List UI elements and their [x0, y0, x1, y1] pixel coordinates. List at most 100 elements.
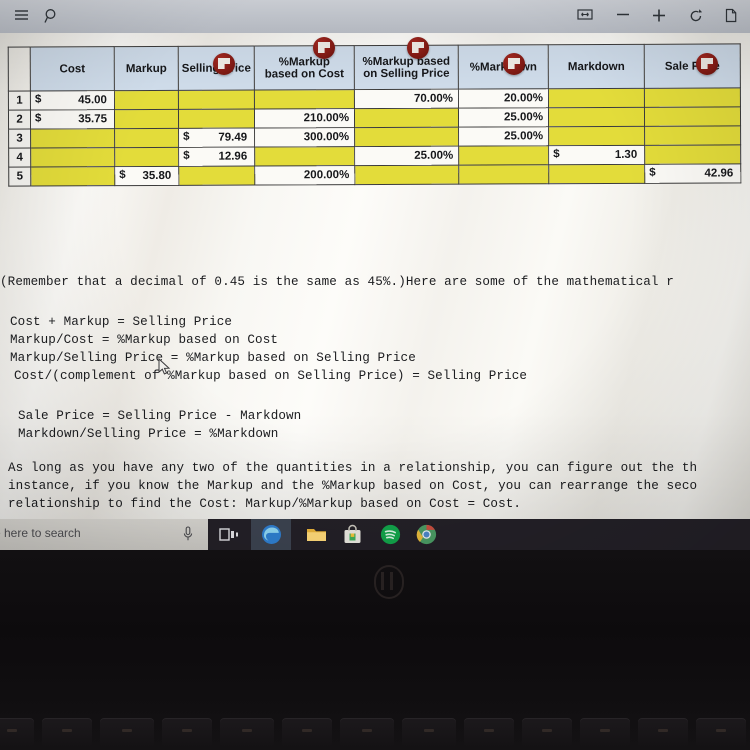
- cell-value: 42.96: [704, 167, 734, 180]
- cell-empty-fill[interactable]: [254, 89, 355, 110]
- cell-percent[interactable]: 25.00%: [458, 126, 549, 147]
- zoom-in-icon[interactable]: [651, 8, 667, 23]
- currency-symbol: $: [34, 93, 42, 106]
- document-page: Cost Markup Selling Price %Markup based …: [0, 33, 750, 519]
- column-header-pct-markup-on-cost[interactable]: %Markup based on Cost: [254, 45, 355, 91]
- cell-empty-fill[interactable]: [30, 166, 115, 187]
- table-header-row: Cost Markup Selling Price %Markup based …: [8, 43, 741, 92]
- header-label: Markup: [125, 62, 167, 75]
- cell-empty-fill[interactable]: [548, 126, 645, 146]
- cell-empty-fill[interactable]: [354, 165, 459, 185]
- rotate-icon[interactable]: [688, 8, 704, 24]
- spotify-icon[interactable]: [379, 523, 402, 546]
- cell-percent[interactable]: 210.00%: [254, 108, 355, 129]
- cell-empty-fill[interactable]: [644, 125, 741, 146]
- table-row: 5 $35.80 200.00% $42.96: [8, 163, 741, 187]
- cell-currency[interactable]: $45.00: [30, 90, 115, 111]
- cell-currency[interactable]: $35.75: [30, 109, 115, 130]
- cell-empty-fill[interactable]: [548, 164, 645, 184]
- currency-symbol: $: [34, 112, 42, 125]
- cell-currency[interactable]: $12.96: [178, 147, 255, 167]
- cell-empty-fill[interactable]: [114, 147, 179, 167]
- cell-currency[interactable]: $79.49: [178, 128, 255, 148]
- comment-marker-icon[interactable]: [696, 53, 718, 75]
- windows-taskbar: e here to search: [0, 519, 750, 550]
- file-explorer-icon[interactable]: [305, 523, 328, 546]
- cell-empty-fill[interactable]: [548, 88, 645, 108]
- keyboard-key: [100, 718, 154, 748]
- page-view-icon[interactable]: [724, 8, 738, 23]
- cell-currency[interactable]: $35.80: [114, 166, 179, 186]
- taskbar-search-box[interactable]: e here to search: [0, 519, 208, 550]
- cell-value: 35.80: [142, 169, 172, 183]
- cell-empty-fill[interactable]: [114, 90, 179, 110]
- cell-empty-fill[interactable]: [548, 107, 645, 127]
- cell-empty-fill[interactable]: [354, 127, 459, 147]
- cell-percent[interactable]: 25.00%: [458, 107, 549, 128]
- cell-empty-fill[interactable]: [178, 90, 255, 110]
- cell-currency[interactable]: $42.96: [644, 163, 741, 184]
- cell-empty-fill[interactable]: [458, 164, 549, 185]
- microsoft-store-icon[interactable]: [341, 523, 364, 546]
- row-number: 2: [8, 110, 31, 130]
- cell-empty-fill[interactable]: [644, 144, 741, 165]
- cell-percent[interactable]: 25.00%: [354, 146, 459, 166]
- keyboard-key: [580, 718, 630, 748]
- currency-symbol: $: [119, 169, 126, 182]
- cell-percent[interactable]: 20.00%: [458, 88, 549, 109]
- markup-markdown-table: Cost Markup Selling Price %Markup based …: [8, 37, 742, 187]
- search-icon[interactable]: [44, 8, 60, 24]
- cell-empty-fill[interactable]: [114, 109, 179, 129]
- keyboard-key: [464, 718, 514, 748]
- keyboard-key: [162, 718, 212, 748]
- keyboard-key: [282, 718, 332, 748]
- cell-empty-fill[interactable]: [30, 147, 115, 168]
- cell-empty-fill[interactable]: [458, 145, 549, 166]
- comment-marker-icon[interactable]: [213, 53, 235, 75]
- mouse-cursor: [158, 358, 171, 375]
- keyboard-key: [638, 718, 688, 748]
- cell-percent[interactable]: 300.00%: [254, 127, 355, 148]
- cell-currency[interactable]: $1.30: [548, 145, 645, 165]
- column-header-markdown[interactable]: Markdown: [548, 44, 645, 89]
- menu-icon[interactable]: [14, 8, 29, 22]
- formula-line: Markup/Selling Price = %Markup based on …: [10, 351, 416, 365]
- task-view-icon[interactable]: [217, 523, 240, 546]
- cell-percent[interactable]: 200.00%: [254, 165, 355, 186]
- edge-browser-icon[interactable]: [260, 523, 283, 546]
- row-number: 3: [8, 129, 31, 149]
- comment-marker-icon[interactable]: [313, 37, 335, 59]
- header-label-line2: based on Cost: [264, 67, 344, 80]
- microphone-icon[interactable]: [183, 526, 193, 547]
- cell-empty-fill[interactable]: [114, 128, 179, 148]
- cell-empty-fill[interactable]: [644, 87, 741, 108]
- laptop-bezel: [0, 550, 750, 750]
- formula-line: Sale Price = Selling Price - Markdown: [18, 409, 302, 423]
- cell-empty-fill[interactable]: [254, 146, 355, 167]
- comment-marker-icon[interactable]: [503, 53, 525, 75]
- table-row: 4 $12.96 25.00% $1.30: [8, 144, 741, 168]
- cell-percent[interactable]: 70.00%: [354, 89, 459, 109]
- header-label-line1: %Markup based: [362, 55, 451, 68]
- taskbar-icons: [208, 519, 750, 550]
- cell-empty-fill[interactable]: [178, 166, 255, 186]
- column-header-sale-price[interactable]: Sale Price: [644, 43, 741, 89]
- paragraph-line: instance, if you know the Markup and the…: [8, 479, 698, 493]
- cell-empty-fill[interactable]: [354, 108, 459, 128]
- cell-empty-fill[interactable]: [178, 109, 255, 129]
- fit-width-icon[interactable]: [577, 8, 593, 21]
- chrome-icon[interactable]: [415, 523, 438, 546]
- formula-line: Markdown/Selling Price = %Markdown: [18, 427, 279, 441]
- cell-value: 12.96: [218, 150, 248, 163]
- column-header-cost[interactable]: Cost: [30, 46, 115, 92]
- column-header-markup[interactable]: Markup: [114, 46, 179, 91]
- comment-marker-icon[interactable]: [407, 37, 429, 59]
- keyboard-key: [220, 718, 274, 748]
- cell-empty-fill[interactable]: [644, 106, 741, 127]
- zoom-out-icon[interactable]: [615, 8, 631, 21]
- header-label: Cost: [59, 62, 86, 75]
- header-label: Markdown: [567, 60, 625, 73]
- spreadsheet: Cost Markup Selling Price %Markup based …: [8, 43, 742, 187]
- column-header-pct-markup-on-selling-price[interactable]: %Markup based on Selling Price: [354, 45, 459, 90]
- cell-empty-fill[interactable]: [30, 128, 115, 149]
